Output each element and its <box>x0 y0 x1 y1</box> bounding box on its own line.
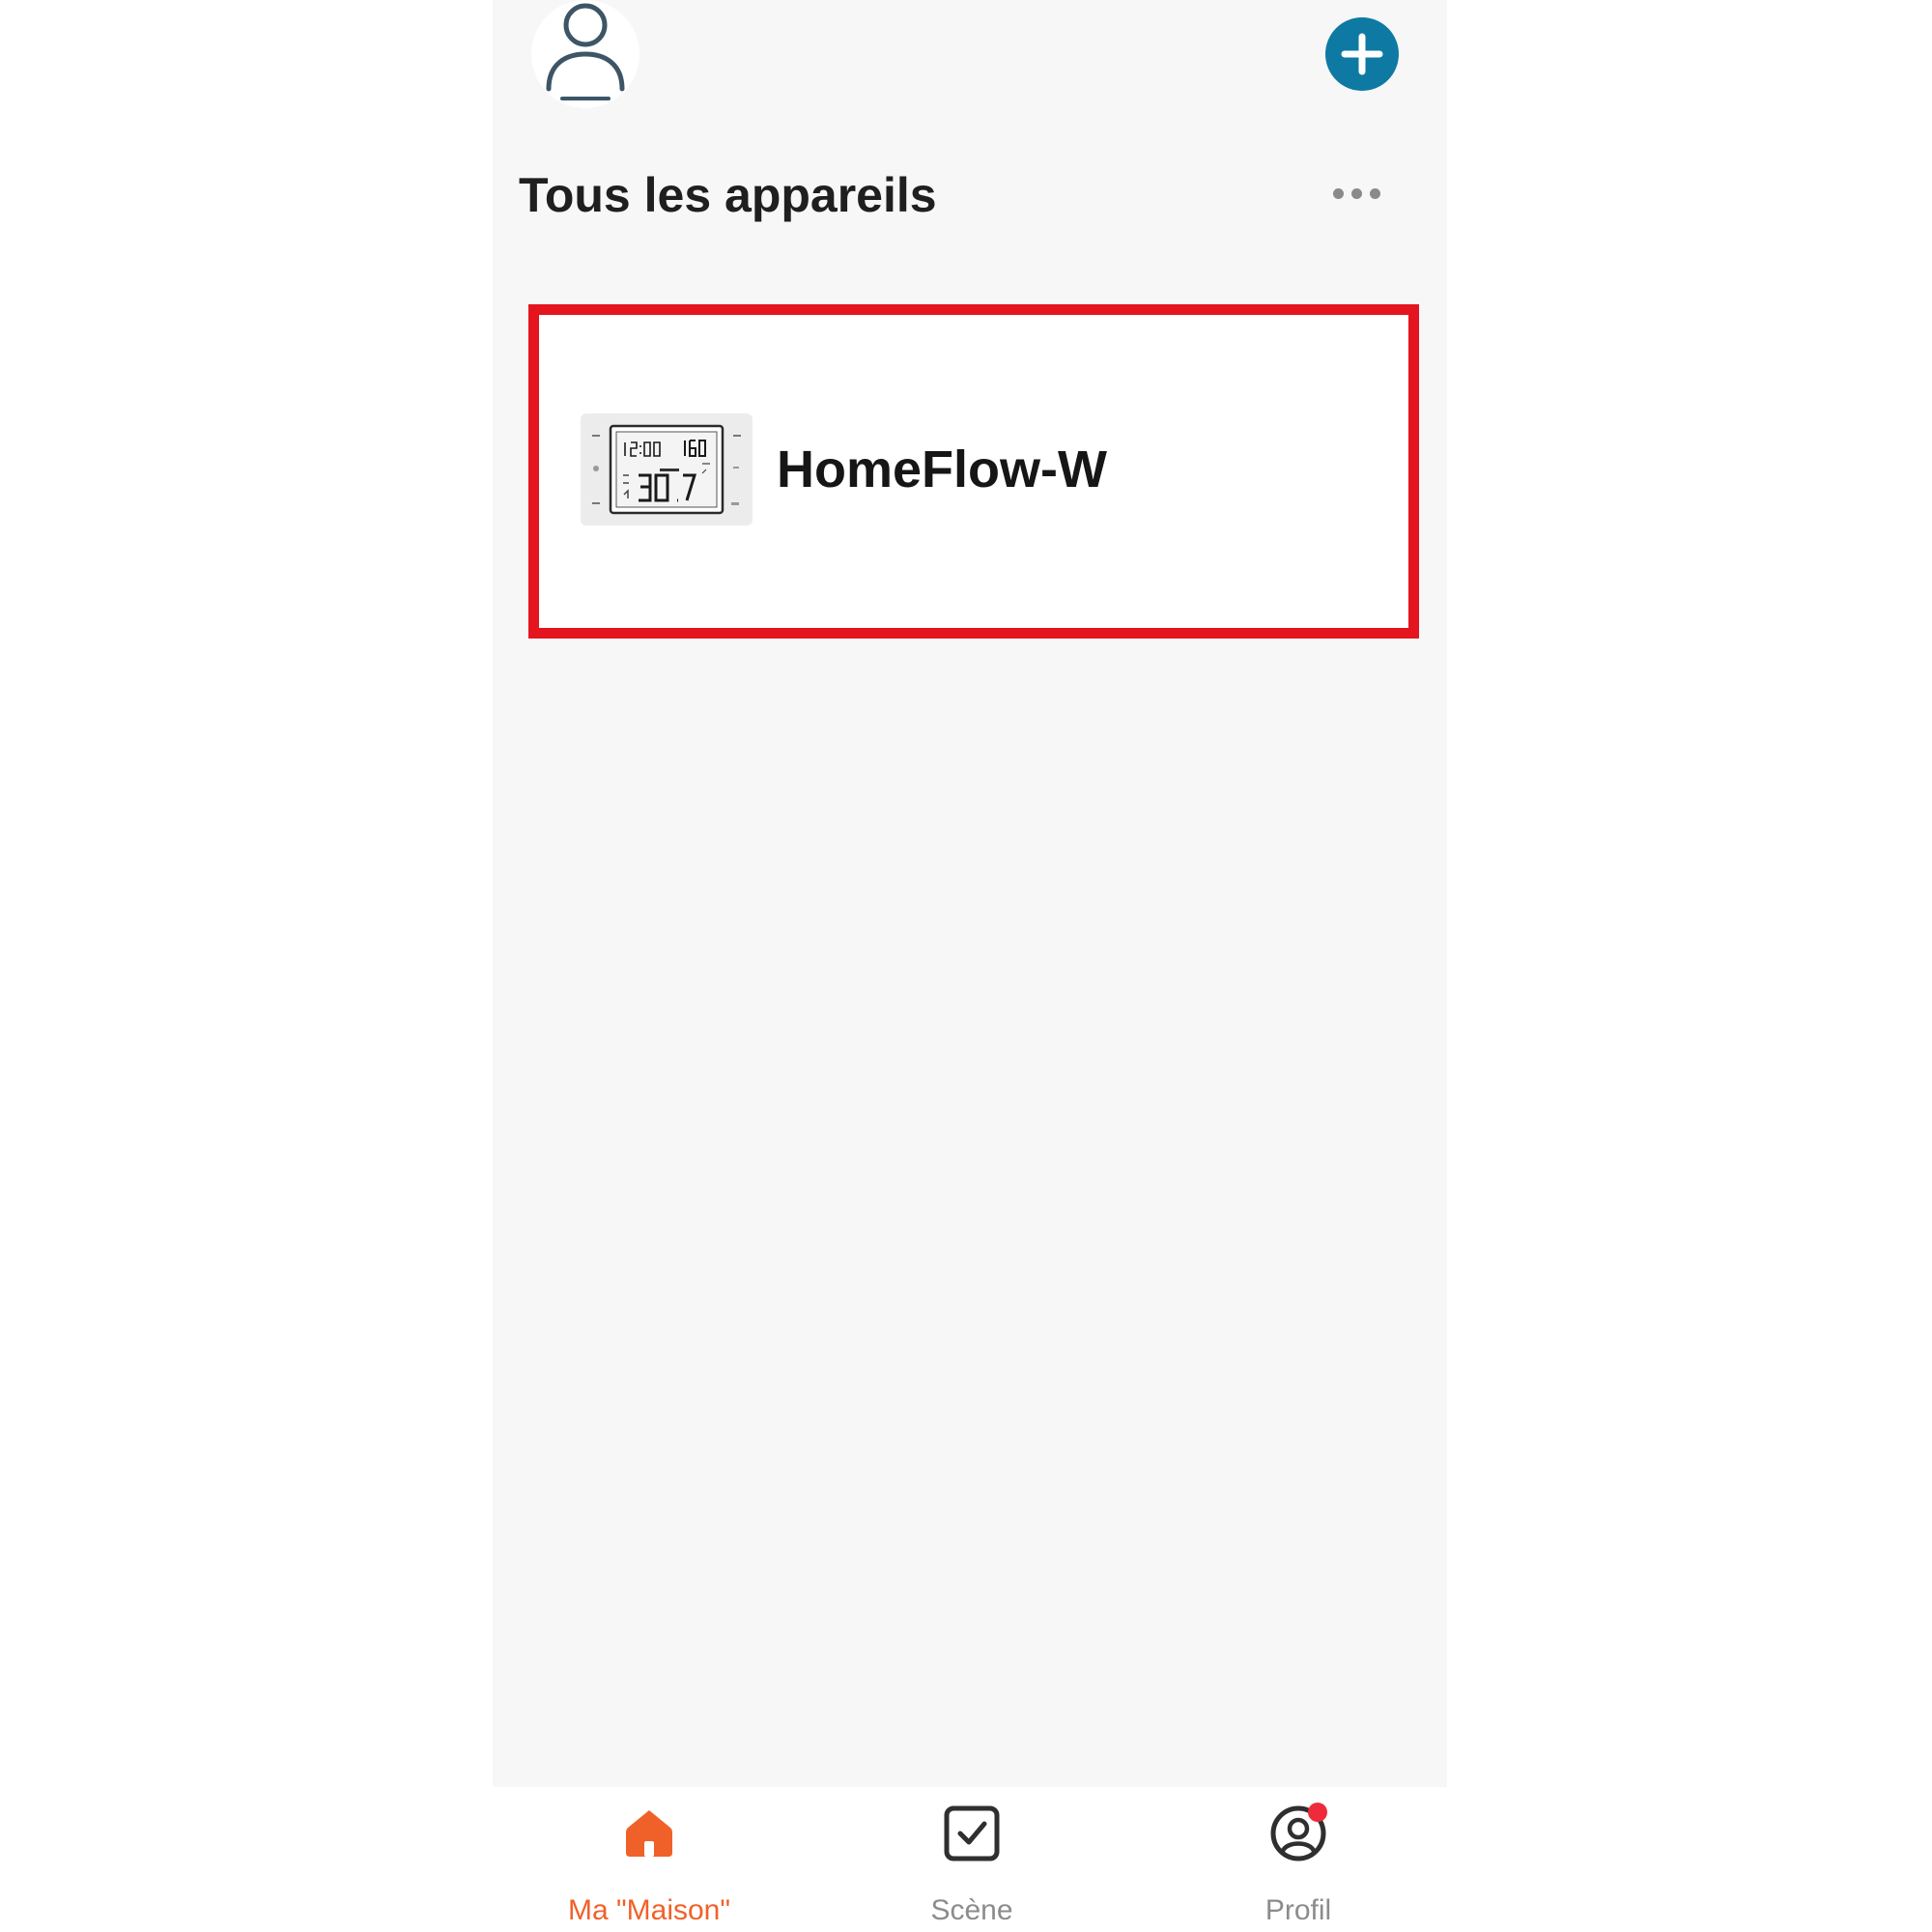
plus-icon <box>1341 33 1383 75</box>
nav-label: Ma "Maison" <box>567 1894 731 1926</box>
bottom-nav: Ma "Maison" Scène Profil <box>493 1787 1447 1932</box>
nav-label: Scène <box>930 1894 1013 1926</box>
page-title: Tous les appareils <box>519 168 937 222</box>
avatar[interactable] <box>531 0 639 108</box>
home-icon <box>626 1810 672 1857</box>
app-screen: Tous les appareils HomeFlow-W Ma "Maison… <box>493 0 1447 1932</box>
more-options-button[interactable] <box>1325 180 1387 209</box>
checkbox-icon <box>944 1805 1000 1861</box>
device-card-homeflow-w[interactable]: HomeFlow-W <box>528 304 1419 639</box>
nav-item-scene[interactable]: Scène <box>846 1787 1097 1932</box>
device-thumbnail <box>581 413 753 526</box>
thermostat-lcd-icon <box>592 424 741 515</box>
notification-badge <box>1308 1803 1327 1822</box>
user-outline-icon <box>546 3 625 100</box>
nav-label: Profil <box>1264 1894 1332 1926</box>
nav-item-profil[interactable]: Profil <box>1173 1787 1424 1932</box>
more-dot-icon <box>1333 188 1344 199</box>
more-dot-icon <box>1351 188 1362 199</box>
add-device-button[interactable] <box>1325 17 1399 91</box>
nav-item-ma-maison[interactable]: Ma "Maison" <box>524 1787 775 1932</box>
device-name: HomeFlow-W <box>777 440 1107 498</box>
more-dot-icon <box>1370 188 1380 199</box>
